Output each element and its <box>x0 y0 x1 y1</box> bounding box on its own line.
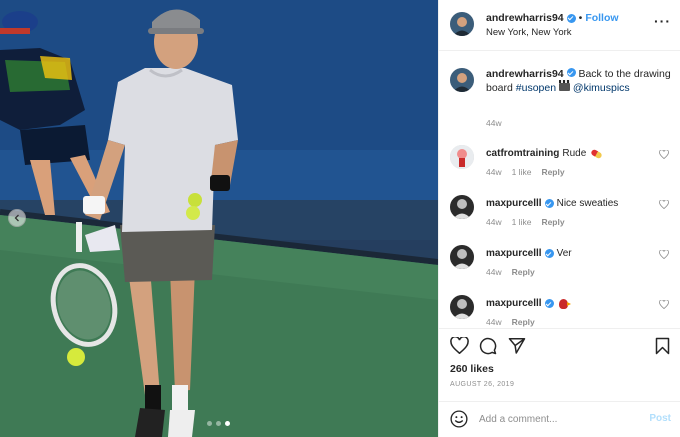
carousel-dot <box>216 421 221 426</box>
follow-button[interactable]: Follow <box>585 12 618 24</box>
verified-badge-icon <box>544 249 554 258</box>
reply-button[interactable]: Reply <box>541 167 564 177</box>
save-bookmark-icon[interactable] <box>655 337 670 355</box>
post-date[interactable]: AUGUST 26, 2019 <box>450 381 514 388</box>
carousel-indicator <box>207 421 230 426</box>
reply-button[interactable]: Reply <box>512 317 535 327</box>
avatar-image <box>450 295 474 319</box>
like-comment-heart-icon[interactable] <box>659 150 669 159</box>
comment-time[interactable]: 44w <box>486 217 502 227</box>
comment-text: Rude <box>562 148 587 159</box>
author-username[interactable]: andrewharris94 <box>486 12 564 24</box>
post-actions: 260 likes AUGUST 26, 2019 Post <box>439 328 680 437</box>
post-location[interactable]: New York, New York <box>486 27 572 38</box>
comment-likes[interactable]: 1 like <box>512 217 532 227</box>
avatar-image <box>450 145 474 169</box>
previous-slide-button[interactable] <box>8 209 26 227</box>
comment-username[interactable]: maxpurcelll <box>486 298 542 309</box>
clapperboard-emoji-icon <box>559 79 570 91</box>
post-sidebar: andrewharris94 • Follow New York, New Yo… <box>438 0 680 437</box>
comment-time[interactable]: 44w <box>486 267 502 277</box>
commenter-avatar[interactable] <box>450 245 474 269</box>
comment-bubble-icon[interactable] <box>479 337 497 355</box>
like-comment-heart-icon[interactable] <box>659 250 669 259</box>
more-options-button[interactable]: ··· <box>654 14 671 28</box>
comment-meta: 44w Reply <box>486 317 535 327</box>
comment-username[interactable]: maxpurcelll <box>486 198 542 209</box>
avatar-image <box>450 245 474 269</box>
emoji-smiley-icon[interactable] <box>450 410 468 428</box>
avatar-image <box>450 12 474 36</box>
like-heart-icon[interactable] <box>450 337 469 354</box>
add-comment-bar: Post <box>439 401 680 437</box>
comment-username[interactable]: catfromtraining <box>486 148 559 159</box>
mention-link[interactable]: @kimuspics <box>573 82 630 94</box>
comment-username[interactable]: maxpurcelll <box>486 248 542 259</box>
avatar-image <box>450 68 474 92</box>
comment-line: maxpurcelll Ver <box>486 248 572 259</box>
likes-count[interactable]: 260 likes <box>450 363 494 375</box>
avatar-image <box>450 195 474 219</box>
comment-line: maxpurcelll Nice sweaties <box>486 198 618 209</box>
post-photo[interactable] <box>0 0 438 437</box>
comment-line: maxpurcelll <box>486 298 571 309</box>
pill-emoji-icon <box>590 148 604 159</box>
comment-item: catfromtraining Rude 44w 1 like Reply <box>439 143 680 188</box>
verified-badge-icon <box>544 199 554 208</box>
post-header: andrewharris94 • Follow New York, New Yo… <box>439 0 680 51</box>
comment-time[interactable]: 44w <box>486 167 502 177</box>
reply-button[interactable]: Reply <box>541 217 564 227</box>
like-comment-heart-icon[interactable] <box>659 300 669 309</box>
verified-badge-icon <box>566 13 576 23</box>
caption-timestamp[interactable]: 44w <box>486 118 502 128</box>
carousel-dot-active <box>225 421 230 426</box>
comment-meta: 44w Reply <box>486 267 535 277</box>
carousel-dot <box>207 421 212 426</box>
comment-item: maxpurcelll Nice sweaties 44w 1 like Rep… <box>439 193 680 238</box>
separator-dot: • <box>578 12 583 24</box>
commenter-avatar[interactable] <box>450 145 474 169</box>
comment-text: Ver <box>556 248 572 259</box>
header-user-line: andrewharris94 • Follow <box>486 12 619 24</box>
comment-time[interactable]: 44w <box>486 317 502 327</box>
caption-avatar[interactable] <box>450 68 474 92</box>
caption-username[interactable]: andrewharris94 <box>486 68 564 80</box>
comment-item: maxpurcelll Ver 44w Reply <box>439 243 680 288</box>
author-avatar[interactable] <box>450 12 474 36</box>
verified-badge-icon <box>566 68 576 77</box>
commenter-avatar[interactable] <box>450 195 474 219</box>
post-comment-button[interactable]: Post <box>649 413 671 424</box>
comment-likes[interactable]: 1 like <box>512 167 532 177</box>
hashtag-link[interactable]: #usopen <box>516 82 556 94</box>
comment-meta: 44w 1 like Reply <box>486 217 565 227</box>
tennis-player-image <box>0 0 438 437</box>
share-paper-plane-icon[interactable] <box>508 337 526 354</box>
reply-button[interactable]: Reply <box>512 267 535 277</box>
cardinal-emoji-icon <box>558 298 571 309</box>
commenter-avatar[interactable] <box>450 295 474 319</box>
like-comment-heart-icon[interactable] <box>659 200 669 209</box>
add-comment-input[interactable] <box>479 410 639 428</box>
caption-text: andrewharris94 Back to the drawing board… <box>486 68 671 95</box>
comment-text: Nice sweaties <box>556 198 619 209</box>
comment-line: catfromtraining Rude <box>486 148 604 159</box>
chevron-left-icon <box>14 214 19 222</box>
verified-badge-icon <box>544 299 554 308</box>
comment-meta: 44w 1 like Reply <box>486 167 565 177</box>
